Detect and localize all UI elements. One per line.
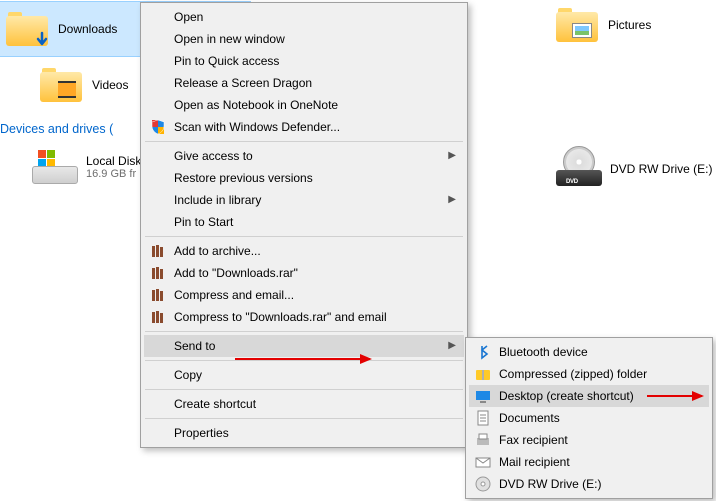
sendto-dvd[interactable]: DVD RW Drive (E:)	[469, 473, 709, 495]
folder-icon	[40, 68, 82, 102]
folder-icon	[556, 8, 598, 42]
menu-add-rar[interactable]: Add to "Downloads.rar"	[144, 262, 464, 284]
menu-open-onenote[interactable]: Open as Notebook in OneNote	[144, 94, 464, 116]
drive-local-disk[interactable]: Local Disk ( 16.9 GB fr	[32, 150, 149, 184]
context-menu: Open Open in new window Pin to Quick acc…	[140, 2, 468, 448]
folder-label: Downloads	[58, 22, 117, 36]
menu-copy[interactable]: Copy	[144, 364, 464, 386]
drive-label: DVD RW Drive (E:)	[610, 162, 712, 176]
menu-separator	[145, 360, 463, 361]
menu-compress-email[interactable]: Compress and email...	[144, 284, 464, 306]
menu-release-dragon[interactable]: Release a Screen Dragon	[144, 72, 464, 94]
menu-open[interactable]: Open	[144, 6, 464, 28]
winrar-icon	[150, 309, 166, 325]
menu-separator	[145, 331, 463, 332]
sendto-compressed[interactable]: Compressed (zipped) folder	[469, 363, 709, 385]
bluetooth-icon	[475, 344, 491, 360]
fax-icon	[475, 432, 491, 448]
explorer-view: Downloads Pictures Videos Devices and dr…	[0, 0, 716, 501]
desktop-icon	[475, 388, 491, 404]
folder-icon	[6, 12, 48, 46]
submenu-arrow-icon: ▶	[448, 341, 456, 351]
annotation-arrow	[235, 358, 370, 360]
sendto-fax[interactable]: Fax recipient	[469, 429, 709, 451]
menu-restore-versions[interactable]: Restore previous versions	[144, 167, 464, 189]
sendto-documents[interactable]: Documents	[469, 407, 709, 429]
menu-properties[interactable]: Properties	[144, 422, 464, 444]
menu-pin-quick-access[interactable]: Pin to Quick access	[144, 50, 464, 72]
picture-badge-icon	[572, 23, 592, 38]
menu-open-new-window[interactable]: Open in new window	[144, 28, 464, 50]
sendto-bluetooth[interactable]: Bluetooth device	[469, 341, 709, 363]
film-badge-icon	[58, 81, 76, 98]
menu-separator	[145, 389, 463, 390]
menu-add-archive[interactable]: Add to archive...	[144, 240, 464, 262]
winrar-icon	[150, 243, 166, 259]
folder-pictures[interactable]: Pictures	[556, 8, 651, 42]
menu-send-to[interactable]: Send to▶	[144, 335, 464, 357]
menu-create-shortcut[interactable]: Create shortcut	[144, 393, 464, 415]
folder-videos[interactable]: Videos	[40, 68, 128, 102]
menu-separator	[145, 236, 463, 237]
drive-dvd[interactable]: DVD DVD RW Drive (E:)	[556, 152, 712, 186]
mail-icon	[475, 454, 491, 470]
menu-scan-defender[interactable]: Scan with Windows Defender...	[144, 116, 464, 138]
zip-folder-icon	[475, 366, 491, 382]
menu-separator	[145, 418, 463, 419]
menu-pin-start[interactable]: Pin to Start	[144, 211, 464, 233]
dvd-disc-icon	[475, 476, 491, 492]
annotation-arrow	[647, 395, 702, 397]
defender-shield-icon	[150, 119, 166, 135]
folder-label: Pictures	[608, 18, 651, 32]
dvd-drive-icon: DVD	[556, 152, 602, 186]
menu-include-library[interactable]: Include in library▶	[144, 189, 464, 211]
document-icon	[475, 410, 491, 426]
sendto-submenu: Bluetooth device Compressed (zipped) fol…	[465, 337, 713, 499]
sendto-mail[interactable]: Mail recipient	[469, 451, 709, 473]
hdd-icon	[32, 150, 78, 184]
download-arrow-icon	[33, 31, 51, 49]
folder-label: Videos	[92, 78, 128, 92]
winrar-icon	[150, 265, 166, 281]
submenu-arrow-icon: ▶	[448, 195, 456, 205]
menu-give-access[interactable]: Give access to▶	[144, 145, 464, 167]
menu-separator	[145, 141, 463, 142]
menu-compress-rar-email[interactable]: Compress to "Downloads.rar" and email	[144, 306, 464, 328]
winrar-icon	[150, 287, 166, 303]
drives-group-header: Devices and drives (	[0, 122, 113, 136]
submenu-arrow-icon: ▶	[448, 151, 456, 161]
